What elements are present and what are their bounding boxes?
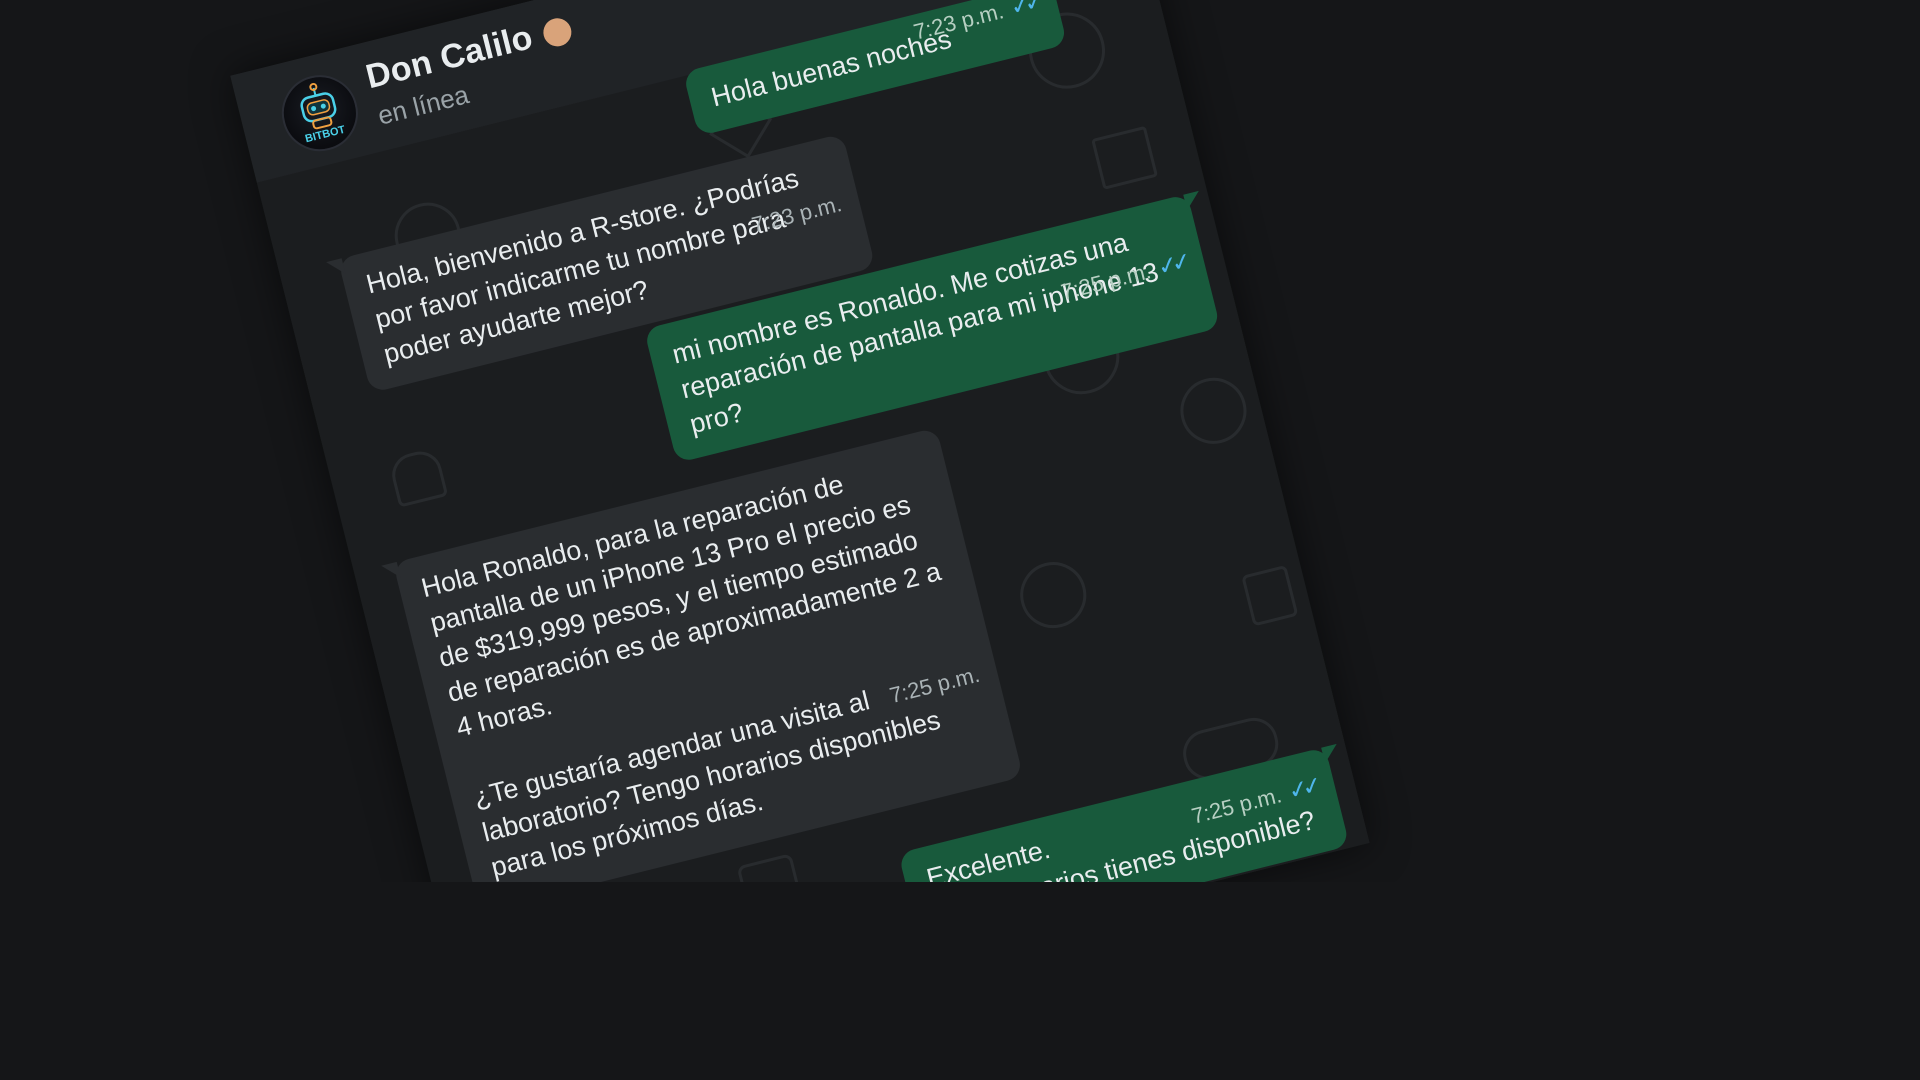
double-check-icon: ✓✓ — [1154, 248, 1189, 282]
doodle-heart-icon — [1173, 370, 1254, 451]
doodle-bell-icon — [387, 446, 449, 508]
bubble-tail — [326, 258, 346, 278]
doodle-bag-icon — [736, 853, 806, 882]
contact-name[interactable]: Don Calilo — [362, 9, 575, 98]
robot-icon — [300, 82, 337, 130]
face-emoji-icon — [540, 15, 575, 50]
doodle-house-icon — [1091, 125, 1159, 190]
doodle-lock-icon — [1241, 564, 1299, 627]
screenshot-stage: BITBOT Don Calilo en línea Hola buenas n… — [0, 0, 1568, 882]
bubble-tail — [381, 561, 401, 582]
contact-avatar[interactable]: BITBOT — [273, 67, 366, 160]
chat-window: BITBOT Don Calilo en línea Hola buenas n… — [230, 0, 1370, 882]
double-check-icon: ✓✓ — [1285, 772, 1320, 806]
doodle-clock-icon — [1013, 555, 1094, 636]
